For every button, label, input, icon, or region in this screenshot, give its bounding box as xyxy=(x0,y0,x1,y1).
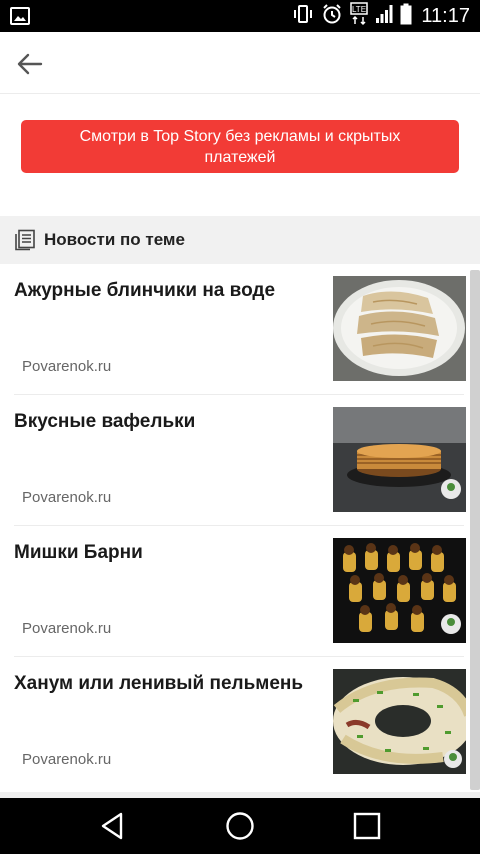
article-source: Povarenok.ru xyxy=(22,620,112,637)
article-card[interactable]: Мишки Барни Povarenok.ru xyxy=(0,526,470,657)
article-title: Ханум или ленивый пельмень xyxy=(14,673,304,694)
article-list: Ажурные блинчики на воде Povarenok.ru Вк… xyxy=(0,264,480,798)
recents-square-icon xyxy=(353,812,381,840)
section-header: Новости по теме xyxy=(0,216,480,264)
article-thumbnail xyxy=(333,538,466,643)
section-title: Новости по теме xyxy=(44,230,185,249)
article-card[interactable]: Ажурные блинчики на воде Povarenok.ru xyxy=(0,264,470,395)
clock-time: 11:17 xyxy=(421,4,470,27)
back-button[interactable] xyxy=(14,48,46,80)
scrollbar[interactable] xyxy=(470,270,480,790)
image-icon xyxy=(10,7,30,30)
article-card[interactable]: Вкусные вафельки Povarenok.ru xyxy=(0,395,470,526)
article-title: Мишки Барни xyxy=(14,542,143,563)
arrow-left-icon xyxy=(17,53,43,75)
article-thumbnail xyxy=(333,276,466,381)
alarm-icon xyxy=(321,3,343,30)
back-triangle-icon xyxy=(101,812,123,840)
article-source: Povarenok.ru xyxy=(22,358,112,375)
nav-back-button[interactable] xyxy=(97,810,129,842)
news-icon xyxy=(14,229,36,251)
status-bar: LTE 11:17 xyxy=(0,0,480,32)
promo-banner-button[interactable]: Смотри в Top Story без рекламы и скрытых… xyxy=(21,120,459,173)
article-thumbnail xyxy=(333,669,466,774)
vibrate-icon xyxy=(292,4,314,29)
article-source: Povarenok.ru xyxy=(22,489,112,506)
article-thumbnail xyxy=(333,407,466,512)
svg-text:LTE: LTE xyxy=(352,5,366,14)
nav-recents-button[interactable] xyxy=(351,810,383,842)
home-circle-icon xyxy=(226,812,254,840)
battery-icon xyxy=(400,3,412,30)
top-app-bar xyxy=(0,32,480,94)
article-card[interactable]: Ханум или ленивый пельмень Povarenok.ru xyxy=(0,657,470,788)
signal-icon xyxy=(375,4,393,29)
system-navigation-bar xyxy=(0,798,480,854)
lte-icon: LTE xyxy=(350,1,369,31)
article-source: Povarenok.ru xyxy=(22,751,112,768)
nav-home-button[interactable] xyxy=(224,810,256,842)
article-title: Вкусные вафельки xyxy=(14,411,196,432)
article-title: Ажурные блинчики на воде xyxy=(14,280,276,301)
